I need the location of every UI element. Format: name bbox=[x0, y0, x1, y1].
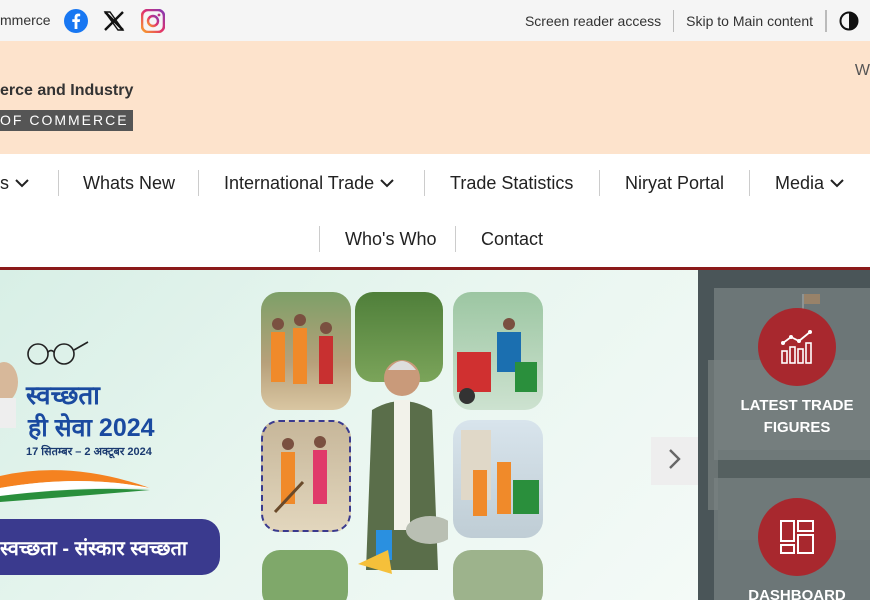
nav-item-media[interactable]: Media bbox=[775, 168, 844, 198]
gandhi-illustration bbox=[0, 362, 18, 428]
card-label: LATEST TRADE bbox=[740, 397, 854, 414]
nav-divider bbox=[198, 170, 199, 196]
nav-item-contact[interactable]: Contact bbox=[481, 224, 543, 254]
nav-divider bbox=[455, 226, 456, 252]
nav-divider bbox=[319, 226, 320, 252]
banner-ribbon-text: स्वच्छता - संस्कार स्वच्छता bbox=[0, 538, 188, 560]
screen-reader-link[interactable]: Screen reader access bbox=[513, 9, 675, 32]
skip-to-main-link[interactable]: Skip to Main content bbox=[674, 9, 826, 32]
swachh-bharat-logo bbox=[27, 341, 89, 365]
top-utility-bar: mmerce Screen reader access Skip to Main… bbox=[0, 0, 870, 41]
bar-chart-icon bbox=[758, 308, 836, 386]
photo-workers-street bbox=[261, 292, 351, 410]
photo-waste-cart bbox=[453, 292, 543, 410]
dashboard-card[interactable]: DASHBOARD bbox=[714, 478, 870, 600]
header-right-partial: W bbox=[854, 62, 870, 79]
banner-subtitle: ही सेवा 2024 bbox=[28, 414, 155, 442]
x-icon[interactable] bbox=[101, 8, 127, 34]
photo-bottom-right bbox=[453, 550, 543, 600]
card-label: FIGURES bbox=[763, 419, 831, 436]
carousel-next-button[interactable] bbox=[651, 437, 698, 485]
photo-building-crew bbox=[453, 420, 543, 538]
brand-partial-text: mmerce bbox=[0, 12, 51, 28]
banner-title: स्वच्छता bbox=[26, 380, 100, 410]
dashboard-icon bbox=[758, 498, 836, 576]
chevron-down-icon bbox=[830, 178, 844, 188]
banner-dates: 17 सितम्बर – 2 अक्टूबर 2024 bbox=[26, 446, 152, 458]
nav-divider bbox=[749, 170, 750, 196]
nav-divider bbox=[58, 170, 59, 196]
top-links: Screen reader access Skip to Main conten… bbox=[513, 0, 870, 41]
department-name: OF COMMERCE bbox=[0, 110, 133, 131]
photo-bottom-left bbox=[262, 550, 348, 600]
card-label: DASHBOARD bbox=[748, 587, 846, 600]
nav-item-whos-who[interactable]: Who's Who bbox=[345, 224, 436, 254]
nav-divider bbox=[599, 170, 600, 196]
hero-banner-slide[interactable]: स्वच्छता ही सेवा 2024 17 सितम्बर – 2 अक्… bbox=[0, 270, 698, 600]
photo-sweeping bbox=[261, 420, 351, 532]
main-navigation: s Whats New International Trade Trade St… bbox=[0, 154, 870, 268]
nav-item-trade-statistics[interactable]: Trade Statistics bbox=[450, 168, 573, 198]
contrast-icon[interactable] bbox=[826, 9, 870, 32]
nav-item-international-trade[interactable]: International Trade bbox=[224, 168, 394, 198]
site-header: erce and Industry OF COMMERCE W bbox=[0, 41, 870, 154]
nav-item-whats-new[interactable]: Whats New bbox=[83, 168, 175, 198]
chevron-down-icon bbox=[15, 178, 29, 188]
chevron-right-icon bbox=[667, 447, 683, 476]
latest-trade-figures-card[interactable]: LATEST TRADE FIGURES bbox=[714, 288, 870, 460]
facebook-icon[interactable] bbox=[63, 8, 89, 34]
nav-item-partial[interactable]: s bbox=[0, 168, 29, 198]
photo-leader-cleaning bbox=[352, 330, 448, 600]
chevron-down-icon bbox=[380, 178, 394, 188]
ministry-name: erce and Industry bbox=[0, 82, 134, 99]
nav-item-niryat-portal[interactable]: Niryat Portal bbox=[625, 168, 724, 198]
tricolor-swoosh bbox=[0, 470, 150, 502]
instagram-icon[interactable] bbox=[140, 8, 166, 34]
nav-divider bbox=[424, 170, 425, 196]
